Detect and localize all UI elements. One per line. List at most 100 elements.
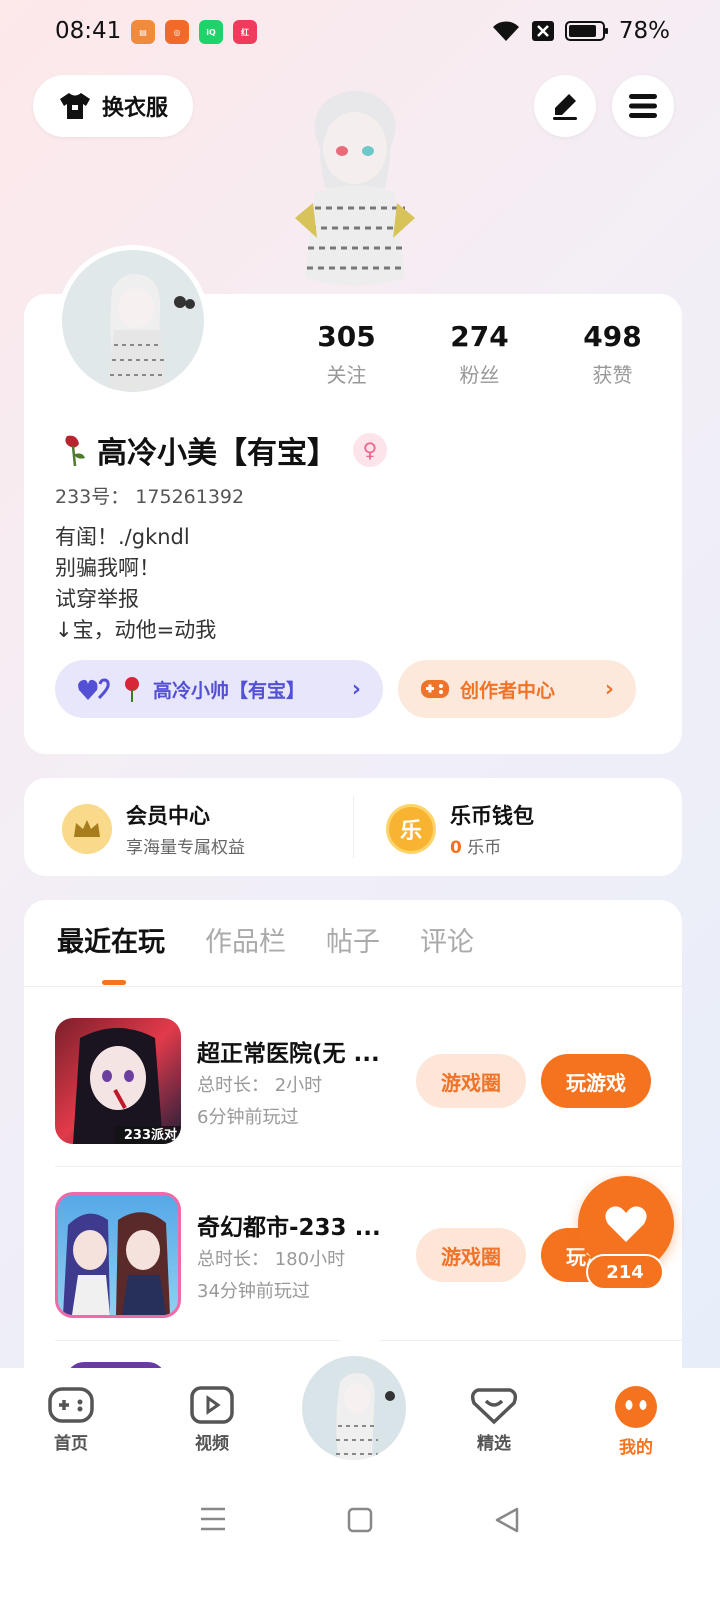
- like-count-badge: 214: [586, 1254, 664, 1290]
- stat-value: 274: [450, 320, 509, 353]
- profile-stats: 305 关注 274 粉丝 498 获赞: [280, 320, 680, 388]
- coin-wallet[interactable]: 乐 乐币钱包 0 乐币: [386, 800, 534, 858]
- dress-up-label: 换衣服: [101, 96, 168, 121]
- iqiyi-app-icon: iQ: [199, 20, 223, 44]
- bio-line: 试穿举报: [55, 587, 139, 611]
- kuaishou-app-icon: ◎: [165, 20, 189, 44]
- nickname: 高冷小美【有宝】: [97, 436, 337, 471]
- divider: [24, 986, 682, 987]
- wifi-icon: [492, 21, 519, 41]
- nickname-row: 高冷小美【有宝】 ♀: [57, 428, 387, 472]
- content-tabs: 最近在玩 作品栏 帖子 评论: [57, 920, 474, 959]
- nav-avatar-button[interactable]: [298, 1352, 410, 1464]
- tab-works[interactable]: 作品栏: [205, 920, 286, 959]
- xiaohongshu-app-icon: 红: [233, 20, 257, 44]
- tab-comments[interactable]: 评论: [420, 920, 474, 959]
- tab-indicator: [102, 980, 126, 985]
- menu-icon: [629, 94, 657, 118]
- game-last-played: 6分钟前玩过: [197, 1107, 299, 1128]
- wilted-rose-icon: [65, 435, 85, 467]
- nav-me[interactable]: 我的: [596, 1385, 676, 1458]
- nav-home[interactable]: 首页: [31, 1385, 111, 1454]
- wallet-amount: 0: [450, 838, 462, 858]
- divider: [353, 796, 354, 858]
- bio-line: 有闺！.∕gkndl: [55, 525, 190, 549]
- avatar[interactable]: [57, 245, 209, 397]
- profile-face-icon: [615, 1386, 657, 1428]
- user-id[interactable]: 233号： 175261392: [55, 482, 244, 509]
- stat-label: 粉丝: [459, 363, 500, 387]
- chevron-right-icon: ›: [604, 676, 614, 702]
- gamepad-icon: [421, 680, 449, 698]
- stat-value: 305: [317, 320, 376, 353]
- stat-label: 获赞: [592, 363, 633, 387]
- double-heart-icon: [78, 678, 110, 700]
- vip-card: 会员中心 享海量专属权益 乐 乐币钱包 0 乐币: [24, 778, 682, 876]
- stat-value: 498: [583, 320, 642, 353]
- divider: [55, 1166, 682, 1167]
- home-icon[interactable]: [346, 1506, 374, 1534]
- stat-label: 关注: [326, 363, 367, 387]
- game-character-image: [63, 1212, 170, 1315]
- battery-icon: [564, 21, 608, 41]
- creator-center-button[interactable]: 创作者中心 ›: [398, 660, 636, 718]
- game-row[interactable]: 233派对 超正常医院(无 ... 总时长： 2小时 6分钟前玩过 游戏圈 玩游…: [55, 1018, 682, 1144]
- dress-up-button[interactable]: 换衣服: [33, 75, 193, 137]
- gamepad-icon: [48, 1387, 94, 1423]
- member-center[interactable]: 会员中心 享海量专属权益: [62, 800, 245, 858]
- game-circle-button[interactable]: 游戏圈: [416, 1054, 526, 1108]
- crown-icon: [62, 804, 112, 854]
- wallet-unit: 乐币: [467, 838, 502, 858]
- bio-line: 别骗我啊！: [55, 556, 160, 580]
- book-app-icon: ▤: [131, 20, 155, 44]
- edit-profile-button[interactable]: [534, 75, 596, 137]
- avatar-figure-icon: [108, 274, 195, 390]
- avatar-3d-figure[interactable]: [275, 78, 435, 298]
- nav-label: 视频: [195, 1434, 229, 1454]
- recent-apps-icon[interactable]: [199, 1506, 227, 1532]
- stat-fans[interactable]: 274 粉丝: [413, 320, 546, 388]
- tab-posts[interactable]: 帖子: [326, 920, 380, 959]
- nav-label: 精选: [477, 1434, 511, 1454]
- female-icon: ♀: [353, 433, 387, 467]
- rose-icon: [125, 677, 139, 702]
- nav-featured[interactable]: 精选: [454, 1385, 534, 1454]
- nav-label: 首页: [54, 1434, 88, 1454]
- menu-button[interactable]: [612, 75, 674, 137]
- game-duration: 总时长： 180小时: [197, 1249, 346, 1270]
- game-thumbnail[interactable]: [55, 1192, 181, 1318]
- game-circle-button[interactable]: 游戏圈: [416, 1228, 526, 1282]
- creator-center-label: 创作者中心: [460, 679, 556, 702]
- heart-icon: [605, 1206, 647, 1242]
- status-bar: 08:41 ▤ ◎ iQ 红 78%: [0, 0, 720, 64]
- game-thumbnail[interactable]: 233派对: [55, 1018, 181, 1144]
- heart-box-icon: [470, 1388, 518, 1425]
- partner-link-button[interactable]: 高冷小帅【有宝】 ›: [55, 660, 383, 718]
- tab-recently-played[interactable]: 最近在玩: [57, 920, 165, 959]
- battery-percent: 78%: [618, 18, 670, 44]
- play-game-button[interactable]: 玩游戏: [541, 1054, 651, 1108]
- partner-name: 高冷小帅【有宝】: [153, 679, 306, 702]
- member-center-subtitle: 享海量专属权益: [126, 838, 245, 858]
- bio-line: ↓宝，动他=动我: [55, 618, 217, 642]
- chevron-right-icon: ›: [351, 676, 361, 702]
- system-nav-bar: [0, 1506, 720, 1534]
- stat-following[interactable]: 305 关注: [280, 320, 413, 388]
- game-title: 超正常医院(无 ...: [197, 1041, 380, 1067]
- stat-likes[interactable]: 498 获赞: [546, 320, 679, 388]
- nav-label: 我的: [619, 1438, 653, 1458]
- status-time: 08:41: [55, 18, 122, 44]
- game-last-played: 34分钟前玩过: [197, 1281, 310, 1302]
- notification-icons: ▤ ◎ iQ 红: [131, 20, 257, 44]
- game-duration: 总时长： 2小时: [197, 1075, 323, 1096]
- back-icon[interactable]: [493, 1506, 521, 1534]
- pen-icon: [553, 94, 577, 120]
- member-center-title: 会员中心: [126, 804, 210, 828]
- wallet-title: 乐币钱包: [450, 804, 534, 828]
- avatar-figure-icon: [336, 1373, 395, 1460]
- nav-video[interactable]: 视频: [172, 1385, 252, 1454]
- game-title: 奇幻都市-233 ...: [197, 1215, 381, 1241]
- bio: 有闺！.∕gkndl 别骗我啊！ 试穿举报 ↓宝，动他=动我: [55, 522, 216, 646]
- thumb-badge: 233派对: [123, 1128, 177, 1143]
- sim-off-icon: [531, 21, 554, 41]
